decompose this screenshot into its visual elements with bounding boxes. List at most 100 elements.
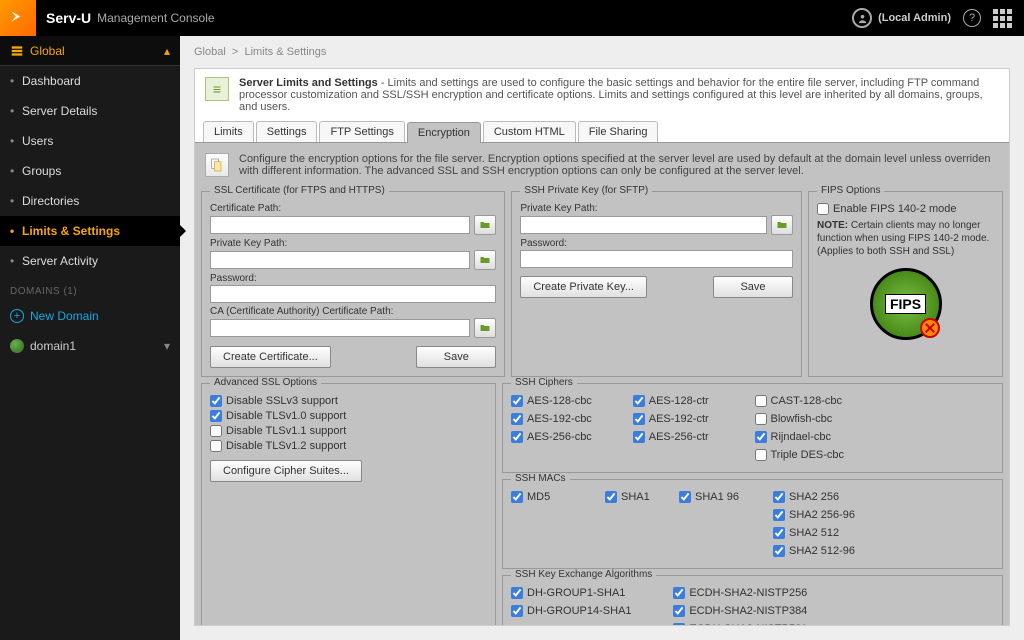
checkbox-option[interactable]: AES-128-ctr bbox=[633, 395, 751, 407]
tab[interactable]: File Sharing bbox=[578, 121, 659, 142]
brand-name: Serv-U bbox=[46, 10, 91, 26]
help-icon[interactable]: ? bbox=[963, 9, 981, 27]
checkbox-option[interactable]: SHA1 bbox=[605, 491, 675, 503]
fips-note: NOTE: Certain clients may no longer func… bbox=[817, 219, 994, 258]
cert-path-label: Certificate Path: bbox=[210, 203, 496, 214]
caret-up-icon: ▴ bbox=[164, 44, 170, 58]
fips-enable-checkbox[interactable]: Enable FIPS 140-2 mode bbox=[817, 203, 994, 215]
tab[interactable]: Encryption bbox=[407, 122, 481, 143]
checkbox-option[interactable]: Rijndael-cbc bbox=[755, 431, 873, 443]
ssh-pkey-browse[interactable] bbox=[771, 215, 793, 235]
tabs: LimitsSettingsFTP SettingsEncryptionCust… bbox=[195, 121, 1009, 142]
new-domain-button[interactable]: + New Domain bbox=[0, 301, 180, 331]
app-logo bbox=[0, 0, 36, 36]
domain-label: domain1 bbox=[30, 339, 76, 353]
caret-down-icon: ▾ bbox=[164, 339, 170, 353]
checkbox-option[interactable]: SHA2 256-96 bbox=[773, 509, 883, 521]
sidebar-item[interactable]: Groups bbox=[0, 156, 180, 186]
sidebar-item[interactable]: Server Details bbox=[0, 96, 180, 126]
create-cert-button[interactable]: Create Certificate... bbox=[210, 346, 331, 368]
ssl-cert-group: SSL Certificate (for FTPS and HTTPS) Cer… bbox=[201, 191, 505, 377]
ssh-password-input[interactable] bbox=[520, 250, 793, 268]
checkbox-option[interactable]: Disable SSLv3 support bbox=[210, 395, 487, 407]
domain-item[interactable]: domain1 ▾ bbox=[0, 331, 180, 361]
encryption-icon bbox=[205, 153, 229, 177]
breadcrumb-root[interactable]: Global bbox=[194, 46, 226, 58]
cert-path-input[interactable] bbox=[210, 216, 470, 234]
ca-path-label: CA (Certificate Authority) Certificate P… bbox=[210, 306, 496, 317]
checkbox-option[interactable]: Disable TLSv1.0 support bbox=[210, 410, 487, 422]
fips-group: FIPS Options Enable FIPS 140-2 mode NOTE… bbox=[808, 191, 1003, 377]
tab[interactable]: FTP Settings bbox=[319, 121, 404, 142]
sidebar-item[interactable]: Server Activity bbox=[0, 246, 180, 276]
sidebar-item[interactable]: Users bbox=[0, 126, 180, 156]
configure-cipher-button[interactable]: Configure Cipher Suites... bbox=[210, 460, 362, 482]
ca-path-browse[interactable] bbox=[474, 318, 496, 338]
plus-icon: + bbox=[10, 309, 24, 323]
checkbox-option[interactable]: Disable TLSv1.1 support bbox=[210, 425, 487, 437]
ssl-legend: SSL Certificate (for FTPS and HTTPS) bbox=[210, 185, 389, 196]
adv-ssl-group: Advanced SSL Options Disable SSLv3 suppo… bbox=[201, 383, 496, 626]
sidebar-item[interactable]: Dashboard bbox=[0, 66, 180, 96]
create-pkey-button[interactable]: Create Private Key... bbox=[520, 276, 647, 298]
sidebar-item[interactable]: Directories bbox=[0, 186, 180, 216]
user-label[interactable]: (Local Admin) bbox=[878, 12, 951, 24]
tab[interactable]: Custom HTML bbox=[483, 121, 576, 142]
sidebar-scope-label: Global bbox=[30, 44, 65, 58]
checkbox-option[interactable]: SHA2 512 bbox=[773, 527, 883, 539]
checkbox-option[interactable]: ECDH-SHA2-NISTP256 bbox=[673, 587, 831, 599]
ssh-save-button[interactable]: Save bbox=[713, 276, 793, 298]
apps-grid-icon[interactable] bbox=[993, 9, 1012, 28]
ssh-legend: SSH Private Key (for SFTP) bbox=[520, 185, 652, 196]
content: Global > Limits & Settings ≡ Server Limi… bbox=[180, 36, 1024, 640]
checkbox-option[interactable]: AES-192-cbc bbox=[511, 413, 629, 425]
ssh-pkey-input[interactable] bbox=[520, 216, 767, 234]
new-domain-label: New Domain bbox=[30, 309, 99, 323]
fips-legend: FIPS Options bbox=[817, 185, 884, 196]
ca-path-input[interactable] bbox=[210, 319, 470, 337]
checkbox-option[interactable]: SHA1 96 bbox=[679, 491, 769, 503]
ssl-pkey-browse[interactable] bbox=[474, 250, 496, 270]
checkbox-option[interactable]: AES-256-ctr bbox=[633, 431, 751, 443]
ssh-pkey-label: Private Key Path: bbox=[520, 203, 793, 214]
brand-sub: Management Console bbox=[97, 11, 214, 25]
sidebar-scope[interactable]: Global ▴ bbox=[0, 36, 180, 66]
ssl-password-input[interactable] bbox=[210, 285, 496, 303]
checkbox-option[interactable]: Disable TLSv1.2 support bbox=[210, 440, 487, 452]
checkbox-option[interactable]: MD5 bbox=[511, 491, 601, 503]
sidebar-item[interactable]: Limits & Settings bbox=[0, 216, 180, 246]
breadcrumb: Global > Limits & Settings bbox=[180, 36, 1024, 68]
tab[interactable]: Settings bbox=[256, 121, 318, 142]
ssh-ciphers-group: SSH Ciphers AES-128-cbcAES-128-ctrCAST-1… bbox=[502, 383, 1003, 473]
checkbox-option[interactable]: CAST-128-cbc bbox=[755, 395, 873, 407]
checkbox-option[interactable]: ECDH-SHA2-NISTP521 bbox=[673, 623, 831, 626]
domains-label: DOMAINS (1) bbox=[0, 276, 180, 301]
user-icon[interactable] bbox=[852, 8, 872, 28]
ssh-password-label: Password: bbox=[520, 238, 793, 249]
checkbox-option[interactable]: AES-128-cbc bbox=[511, 395, 629, 407]
checkbox-option[interactable]: DH-GROUP14-SHA1 bbox=[511, 605, 669, 617]
topbar: Serv-U Management Console (Local Admin) … bbox=[0, 0, 1024, 36]
checkbox-option[interactable]: AES-256-cbc bbox=[511, 431, 629, 443]
checkbox-option[interactable]: Triple DES-cbc bbox=[755, 449, 873, 461]
ssl-save-button[interactable]: Save bbox=[416, 346, 496, 368]
globe-icon bbox=[10, 339, 24, 353]
ssh-kex-group: SSH Key Exchange Algorithms DH-GROUP1-SH… bbox=[502, 575, 1003, 626]
ssl-pkey-label: Private Key Path: bbox=[210, 238, 496, 249]
checkbox-option[interactable]: SHA2 512-96 bbox=[773, 545, 883, 557]
panel-title: Server Limits and Settings bbox=[239, 77, 378, 89]
kex-legend: SSH Key Exchange Algorithms bbox=[511, 569, 656, 580]
ssl-pkey-input[interactable] bbox=[210, 251, 470, 269]
checkbox-option[interactable]: AES-192-ctr bbox=[633, 413, 751, 425]
checkbox-option[interactable]: Blowfish-cbc bbox=[755, 413, 873, 425]
ciphers-legend: SSH Ciphers bbox=[511, 377, 577, 388]
tab[interactable]: Limits bbox=[203, 121, 254, 142]
checkbox-option[interactable]: DH-GROUP1-SHA1 bbox=[511, 587, 669, 599]
fips-badge-icon: FIPS bbox=[870, 268, 942, 340]
cert-path-browse[interactable] bbox=[474, 215, 496, 235]
sidebar: Global ▴ DashboardServer DetailsUsersGro… bbox=[0, 36, 180, 640]
checkbox-option[interactable]: ECDH-SHA2-NISTP384 bbox=[673, 605, 831, 617]
panel-icon: ≡ bbox=[205, 77, 229, 101]
checkbox-option[interactable]: SHA2 256 bbox=[773, 491, 883, 503]
macs-legend: SSH MACs bbox=[511, 473, 570, 484]
